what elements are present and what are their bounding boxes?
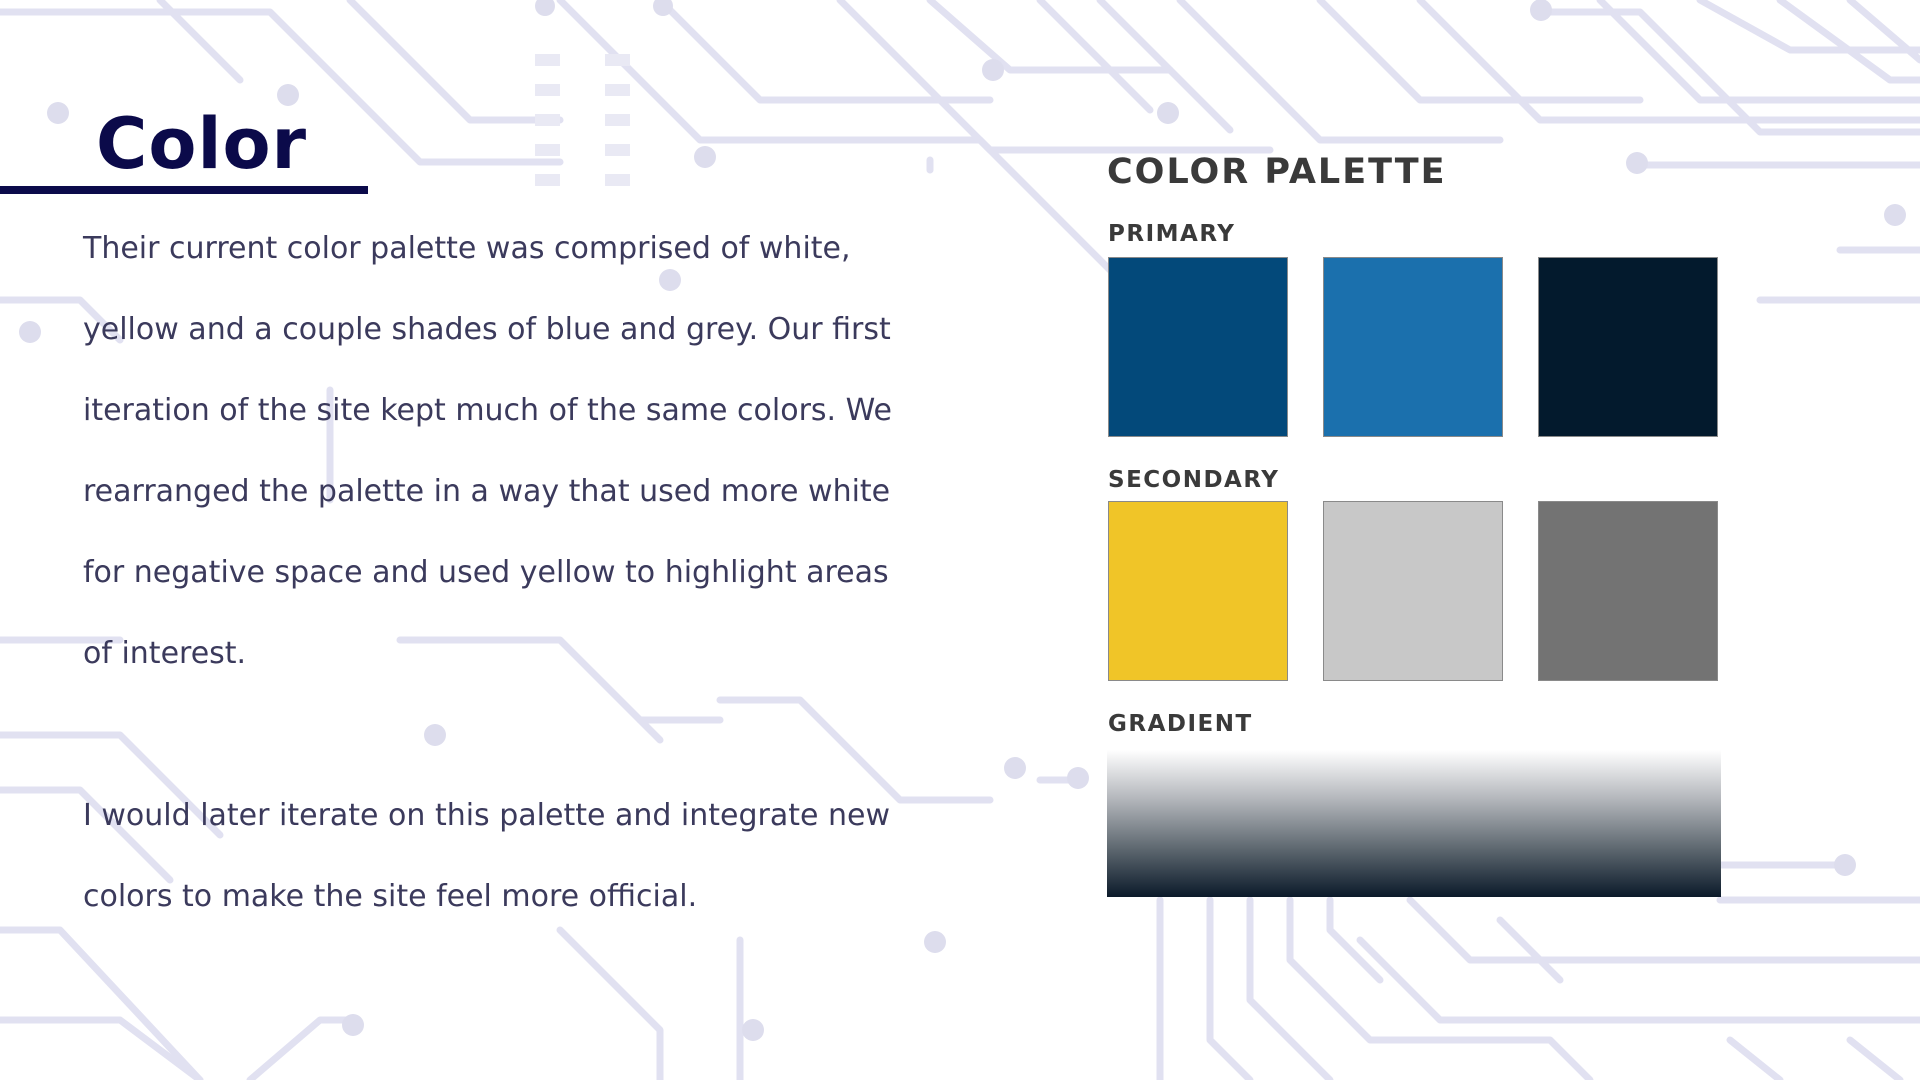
color-swatch (1538, 257, 1718, 437)
primary-swatches (1108, 257, 1718, 437)
color-swatch (1108, 257, 1288, 437)
secondary-swatches (1108, 501, 1718, 681)
title-underline (0, 186, 368, 194)
body-paragraph: Their current color palette was comprise… (83, 231, 892, 671)
color-swatch (1538, 501, 1718, 681)
palette-heading: COLOR PALETTE (1107, 152, 1447, 192)
color-swatch (1108, 501, 1288, 681)
gradient-label: GRADIENT (1108, 711, 1253, 737)
secondary-label: SECONDARY (1108, 467, 1280, 493)
gradient-swatch (1107, 750, 1721, 897)
primary-label: PRIMARY (1108, 221, 1236, 247)
slide-title: Color (96, 103, 308, 185)
color-swatch (1323, 501, 1503, 681)
color-swatch (1323, 257, 1503, 437)
body-paragraph: I would later iterate on this palette an… (83, 798, 891, 914)
